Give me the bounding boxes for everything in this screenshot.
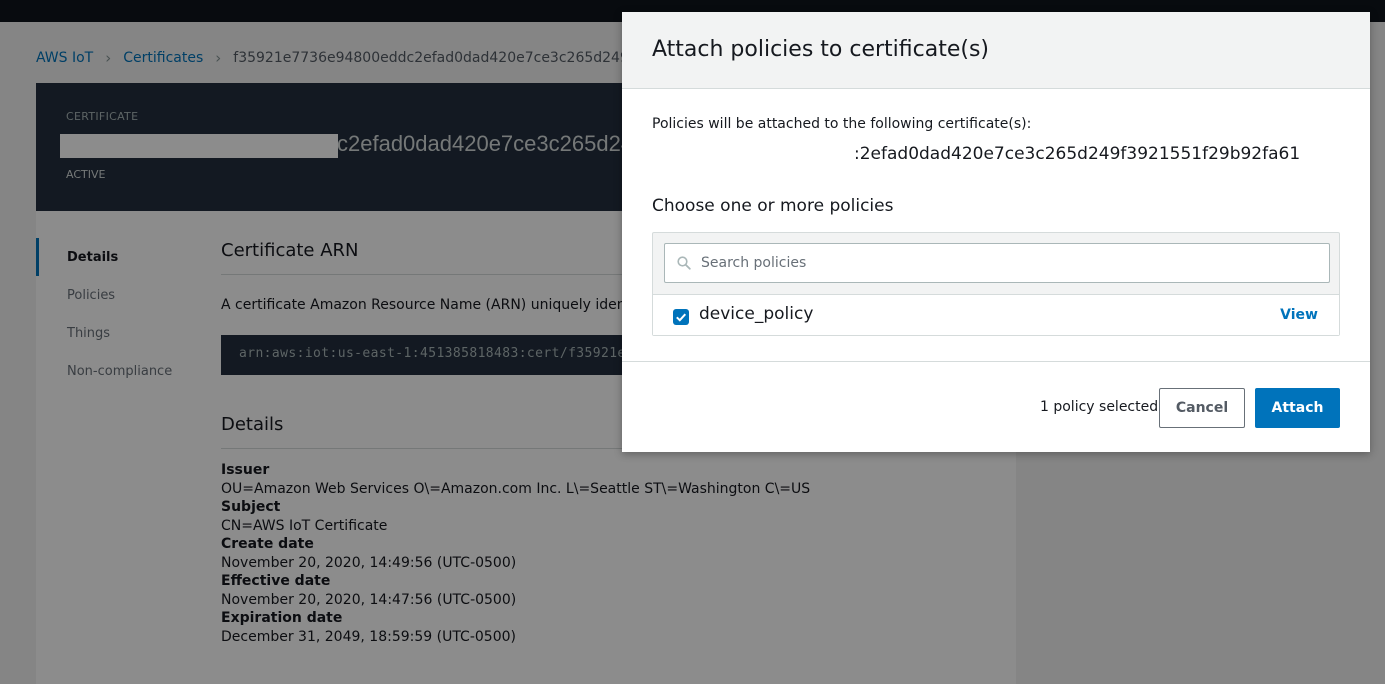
selected-count: 1 policy selected <box>1040 399 1159 415</box>
policy-name: device_policy <box>699 304 814 324</box>
search-field[interactable] <box>664 243 1330 283</box>
policy-selector: device_policy View <box>652 232 1340 336</box>
policy-list-item[interactable]: device_policy View <box>653 294 1339 335</box>
view-policy-link[interactable]: View <box>1280 307 1318 323</box>
search-icon <box>677 256 691 270</box>
attach-button[interactable]: Attach <box>1255 388 1340 428</box>
cancel-button[interactable]: Cancel <box>1159 388 1245 428</box>
choose-policies-label: Choose one or more policies <box>652 196 894 216</box>
attach-policies-modal: Attach policies to certificate(s) Polici… <box>622 12 1370 452</box>
check-icon[interactable] <box>673 309 689 325</box>
search-policies-input[interactable] <box>701 252 1301 274</box>
selected-certificate-id: :2efad0dad420e7ce3c265d249f3921551f29b92… <box>854 144 1301 164</box>
modal-header: Attach policies to certificate(s) <box>622 12 1370 89</box>
modal-title: Attach policies to certificate(s) <box>652 37 989 62</box>
attach-info-label: Policies will be attached to the followi… <box>652 116 1032 132</box>
modal-footer: 1 policy selected Cancel Attach <box>622 361 1370 452</box>
